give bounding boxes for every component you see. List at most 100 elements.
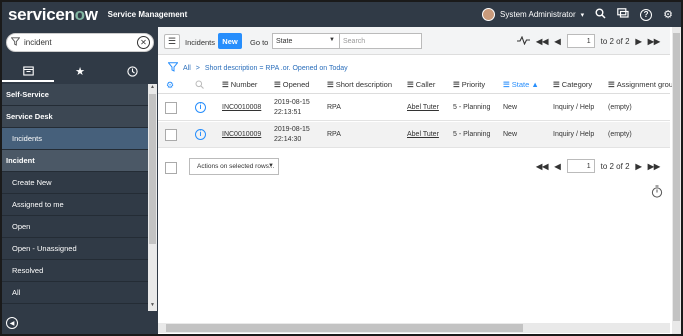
clear-filter-icon[interactable]: ✕: [137, 36, 150, 49]
breadcrumb-all[interactable]: All: [183, 65, 191, 72]
user-menu-caret-icon[interactable]: ▾: [581, 11, 585, 19]
table-row[interactable]: i INC0010009 2019-08-15 22:14:30 RPA Abel…: [158, 122, 670, 148]
state-cell: New: [503, 131, 518, 138]
tab-favorites[interactable]: ★: [54, 61, 106, 82]
nav-self-service[interactable]: Self-Service: [2, 84, 148, 106]
caller-link[interactable]: Abel Tuter: [407, 131, 439, 138]
page-total: to 2 of 2: [600, 161, 630, 171]
actions-select-label: Actions on selected rows...: [197, 163, 275, 170]
nav-resolved[interactable]: Resolved: [2, 260, 148, 282]
nav-open-unassigned[interactable]: Open - Unassigned: [2, 238, 148, 260]
page-number-input[interactable]: 1: [566, 34, 595, 48]
list-actions-bar: Actions on selected rows... ▼ ◀◀ ◀ 1 to …: [158, 157, 670, 179]
tab-all-applications[interactable]: [2, 61, 54, 82]
servicenow-logo[interactable]: servicenow: [8, 5, 98, 25]
goto-label: Go to: [250, 38, 269, 47]
nav-create-new[interactable]: Create New: [2, 172, 148, 194]
collapse-navigator-icon[interactable]: ◀: [6, 317, 18, 329]
applications-icon: [22, 65, 34, 76]
top-pager: ◀◀ ◀ 1 to 2 of 2 ▶ ▶▶: [517, 33, 660, 49]
row-checkbox[interactable]: [165, 129, 177, 141]
sidebar-scroll-thumb[interactable]: [149, 94, 156, 244]
horizontal-scroll-thumb[interactable]: [166, 324, 523, 332]
new-button[interactable]: New: [218, 33, 242, 49]
page-total: to 2 of 2: [600, 36, 630, 46]
opened-cell: 2019-08-15 22:14:30: [274, 126, 310, 143]
next-page-icon[interactable]: ▶: [636, 37, 642, 46]
navigator-list: Self-Service Service Desk Incidents Inci…: [2, 84, 148, 304]
settings-icon[interactable]: ⚙: [663, 8, 673, 21]
nav-open[interactable]: Open: [2, 216, 148, 238]
goto-field-select[interactable]: State ▼: [272, 33, 340, 49]
col-number[interactable]: ☰ Number: [222, 80, 257, 89]
goto-field-value: State: [276, 37, 293, 45]
chat-icon[interactable]: [617, 7, 629, 22]
response-time-icon[interactable]: [651, 185, 663, 201]
priority-cell: 5 - Planning: [453, 131, 491, 138]
user-name[interactable]: System Administrator: [500, 10, 576, 19]
search-input[interactable]: Search: [339, 33, 422, 49]
navigator-filter[interactable]: ✕: [6, 33, 154, 52]
select-all-checkbox[interactable]: [165, 162, 177, 174]
row-checkbox[interactable]: [165, 102, 177, 114]
list-settings-icon[interactable]: ⚙: [166, 80, 174, 91]
incident-number-link[interactable]: INC0010009: [222, 131, 261, 138]
main-content: ☰ Incidents New Go to State ▼ Search ◀◀ …: [158, 27, 681, 334]
header-right: System Administrator ▾ ? ⚙: [482, 2, 673, 27]
preview-info-icon[interactable]: i: [195, 102, 206, 113]
actions-select[interactable]: Actions on selected rows... ▼: [189, 158, 279, 175]
search-icon[interactable]: [595, 8, 606, 22]
assignment-group-cell: (empty): [608, 104, 632, 111]
activity-icon[interactable]: [517, 35, 531, 47]
list-title[interactable]: Incidents: [185, 38, 215, 47]
help-icon[interactable]: ?: [640, 8, 653, 21]
avatar[interactable]: [482, 8, 496, 21]
short-description-cell: RPA: [327, 104, 341, 111]
last-page-icon[interactable]: ▶▶: [648, 162, 660, 171]
nav-assigned-to-me[interactable]: Assigned to me: [2, 194, 148, 216]
scroll-down-icon[interactable]: ▼: [148, 302, 157, 311]
sort-ascending-icon: ▲: [531, 80, 539, 89]
previous-page-icon[interactable]: ◀: [554, 37, 560, 46]
page-number-input[interactable]: 1: [566, 159, 595, 173]
dropdown-arrow-icon: ▼: [329, 37, 335, 43]
col-assignment-group[interactable]: ☰ Assignment group: [608, 80, 677, 89]
col-state[interactable]: ☰ State ▲: [503, 80, 539, 89]
scroll-up-icon[interactable]: ▲: [148, 84, 157, 93]
sidebar-scrollbar[interactable]: ▲ ▼: [148, 84, 157, 311]
horizontal-scrollbar[interactable]: [158, 323, 670, 333]
filter-funnel-icon[interactable]: [167, 62, 179, 75]
col-opened[interactable]: ☰ Opened: [274, 80, 309, 89]
vertical-scrollbar[interactable]: [672, 27, 681, 334]
app-frame: servicenow Service Management System Adm…: [2, 2, 681, 334]
next-page-icon[interactable]: ▶: [636, 162, 642, 171]
col-priority[interactable]: ☰ Priority: [453, 80, 485, 89]
caller-link[interactable]: Abel Tuter: [407, 104, 439, 111]
breadcrumb-condition[interactable]: Short description = RPA .or. Opened on T…: [205, 65, 348, 72]
breadcrumb: All > Short description = RPA .or. Opene…: [167, 62, 348, 75]
col-short-description[interactable]: ☰ Short description: [327, 80, 392, 89]
navigator-filter-input[interactable]: [24, 38, 134, 47]
nav-all[interactable]: All: [2, 282, 148, 304]
incident-number-link[interactable]: INC0010008: [222, 104, 261, 111]
star-icon: ★: [75, 66, 85, 78]
nav-incidents[interactable]: Incidents: [2, 128, 148, 150]
previous-page-icon[interactable]: ◀: [554, 162, 560, 171]
nav-incident[interactable]: Incident: [2, 150, 148, 172]
vertical-scroll-thumb[interactable]: [673, 33, 680, 321]
opened-cell: 2019-08-15 22:13:51: [274, 99, 310, 116]
navigator-sidebar: ✕ ★ Self-Service Service Desk Incidents …: [2, 27, 158, 334]
first-page-icon[interactable]: ◀◀: [536, 37, 548, 46]
first-page-icon[interactable]: ◀◀: [536, 162, 548, 171]
list-menu-icon[interactable]: ☰: [164, 34, 180, 49]
column-search-icon[interactable]: [195, 80, 204, 91]
tab-history[interactable]: [106, 61, 158, 82]
col-caller[interactable]: ☰ Caller: [407, 80, 435, 89]
preview-info-icon[interactable]: i: [195, 129, 206, 140]
table-row[interactable]: i INC0010008 2019-08-15 22:13:51 RPA Abel…: [158, 95, 670, 121]
breadcrumb-separator: >: [195, 65, 200, 72]
assignment-group-cell: (empty): [608, 131, 632, 138]
last-page-icon[interactable]: ▶▶: [648, 37, 660, 46]
col-category[interactable]: ☰ Category: [553, 80, 592, 89]
nav-service-desk[interactable]: Service Desk: [2, 106, 148, 128]
